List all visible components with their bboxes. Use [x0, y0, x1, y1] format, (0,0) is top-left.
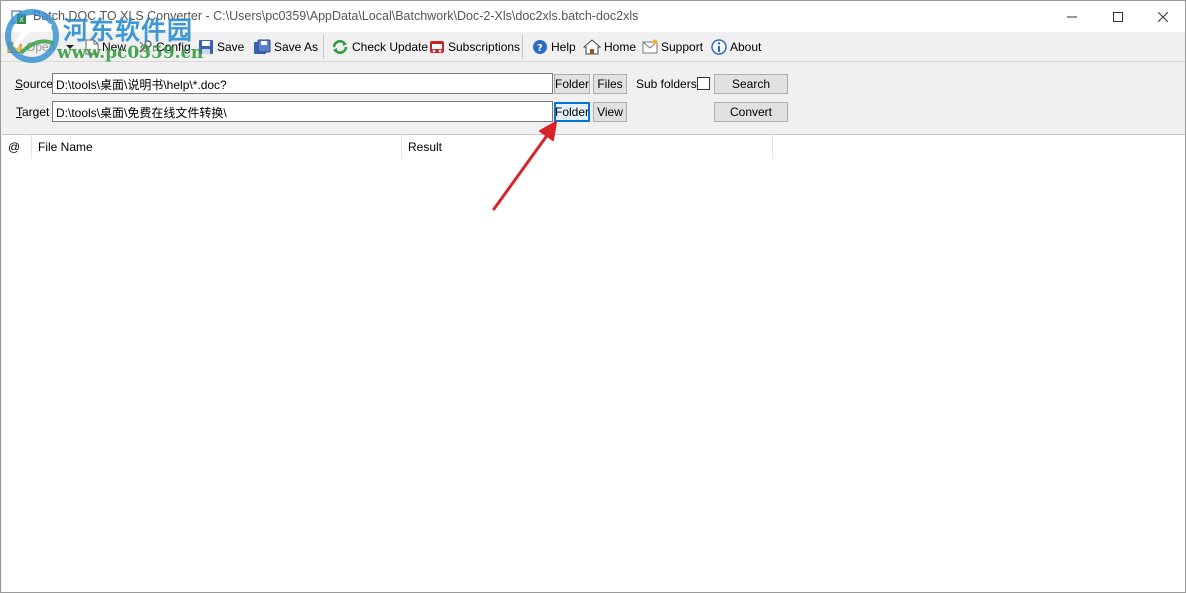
subscriptions-label: Subscriptions [448, 40, 521, 54]
column-header-result[interactable]: Result [402, 135, 773, 159]
column-header-status[interactable]: @ [2, 135, 32, 159]
subscriptions-button[interactable]: Subscriptions [429, 36, 520, 58]
svg-text:X: X [19, 16, 24, 24]
support-icon [642, 39, 658, 54]
toolbar-separator [522, 35, 523, 59]
save-as-label: Save As [274, 40, 319, 54]
toolbar-separator [323, 35, 324, 59]
save-as-icon [254, 39, 271, 54]
check-update-button[interactable]: Check Update [331, 36, 428, 58]
save-label: Save [217, 40, 245, 54]
sub-folders-label: Sub folders [636, 77, 697, 91]
target-folder-button[interactable]: Folder [554, 102, 590, 122]
cart-icon [430, 41, 444, 53]
open-button[interactable]: Open [7, 36, 55, 58]
app-icon: X [11, 10, 26, 24]
search-button[interactable]: Search [714, 74, 788, 94]
target-view-button[interactable]: View [593, 102, 627, 122]
config-label: Config [156, 40, 191, 54]
svg-text:?: ? [537, 43, 543, 54]
config-button[interactable]: Config [137, 36, 191, 58]
target-label: Target [16, 105, 50, 119]
new-button[interactable]: New [85, 36, 126, 58]
source-folder-button[interactable]: Folder [554, 74, 590, 94]
help-button[interactable]: ? Help [532, 36, 576, 58]
convert-button[interactable]: Convert [714, 102, 788, 122]
file-list[interactable]: @ File Name Result [2, 134, 1185, 592]
dropdown-arrow-icon [66, 45, 74, 49]
wrench-icon [139, 40, 152, 53]
help-label: Help [551, 40, 576, 54]
source-files-button[interactable]: Files [593, 74, 627, 94]
save-as-button[interactable]: Save As [253, 36, 318, 58]
close-button[interactable] [1140, 1, 1186, 32]
help-icon: ? [533, 40, 547, 54]
source-input[interactable]: D:\tools\桌面\说明书\help\*.doc? [52, 73, 553, 94]
maximize-button[interactable] [1095, 1, 1141, 32]
title-bar: X Batch DOC TO XLS Converter - C:\Users\… [1, 1, 1185, 32]
refresh-icon [332, 40, 348, 54]
open-label: Open [26, 40, 56, 54]
floppy-disk-icon [199, 40, 213, 54]
source-label: Source [15, 77, 54, 91]
target-input[interactable]: D:\tools\桌面\免费在线文件转换\ [52, 101, 553, 122]
new-file-icon [85, 39, 99, 55]
column-header-file-name[interactable]: File Name [32, 135, 402, 159]
file-list-header: @ File Name Result [2, 135, 1185, 159]
home-button[interactable]: Home [583, 36, 636, 58]
open-dropdown-button[interactable] [65, 36, 75, 58]
toolbar: Open New Config Save Save As Check Updat… [1, 32, 1185, 62]
save-button[interactable]: Save [198, 36, 244, 58]
minimize-button[interactable] [1049, 1, 1095, 32]
minimize-icon [1067, 16, 1077, 17]
sub-folders-checkbox[interactable] [697, 77, 710, 90]
about-label: About [730, 40, 762, 54]
support-label: Support [661, 40, 704, 54]
app-window: X Batch DOC TO XLS Converter - C:\Users\… [0, 0, 1186, 593]
home-label: Home [604, 40, 637, 54]
about-button[interactable]: About [711, 36, 761, 58]
home-icon [583, 39, 601, 55]
maximize-icon [1113, 11, 1123, 22]
folder-open-icon [7, 42, 22, 53]
source-target-panel: Source D:\tools\桌面\说明书\help\*.doc? Folde… [1, 63, 1185, 133]
info-icon [711, 39, 727, 55]
support-button[interactable]: Support [642, 36, 703, 58]
check-update-label: Check Update [352, 40, 429, 54]
window-title: Batch DOC TO XLS Converter - C:\Users\pc… [33, 9, 639, 23]
new-label: New [102, 40, 127, 54]
close-icon [1158, 11, 1168, 22]
